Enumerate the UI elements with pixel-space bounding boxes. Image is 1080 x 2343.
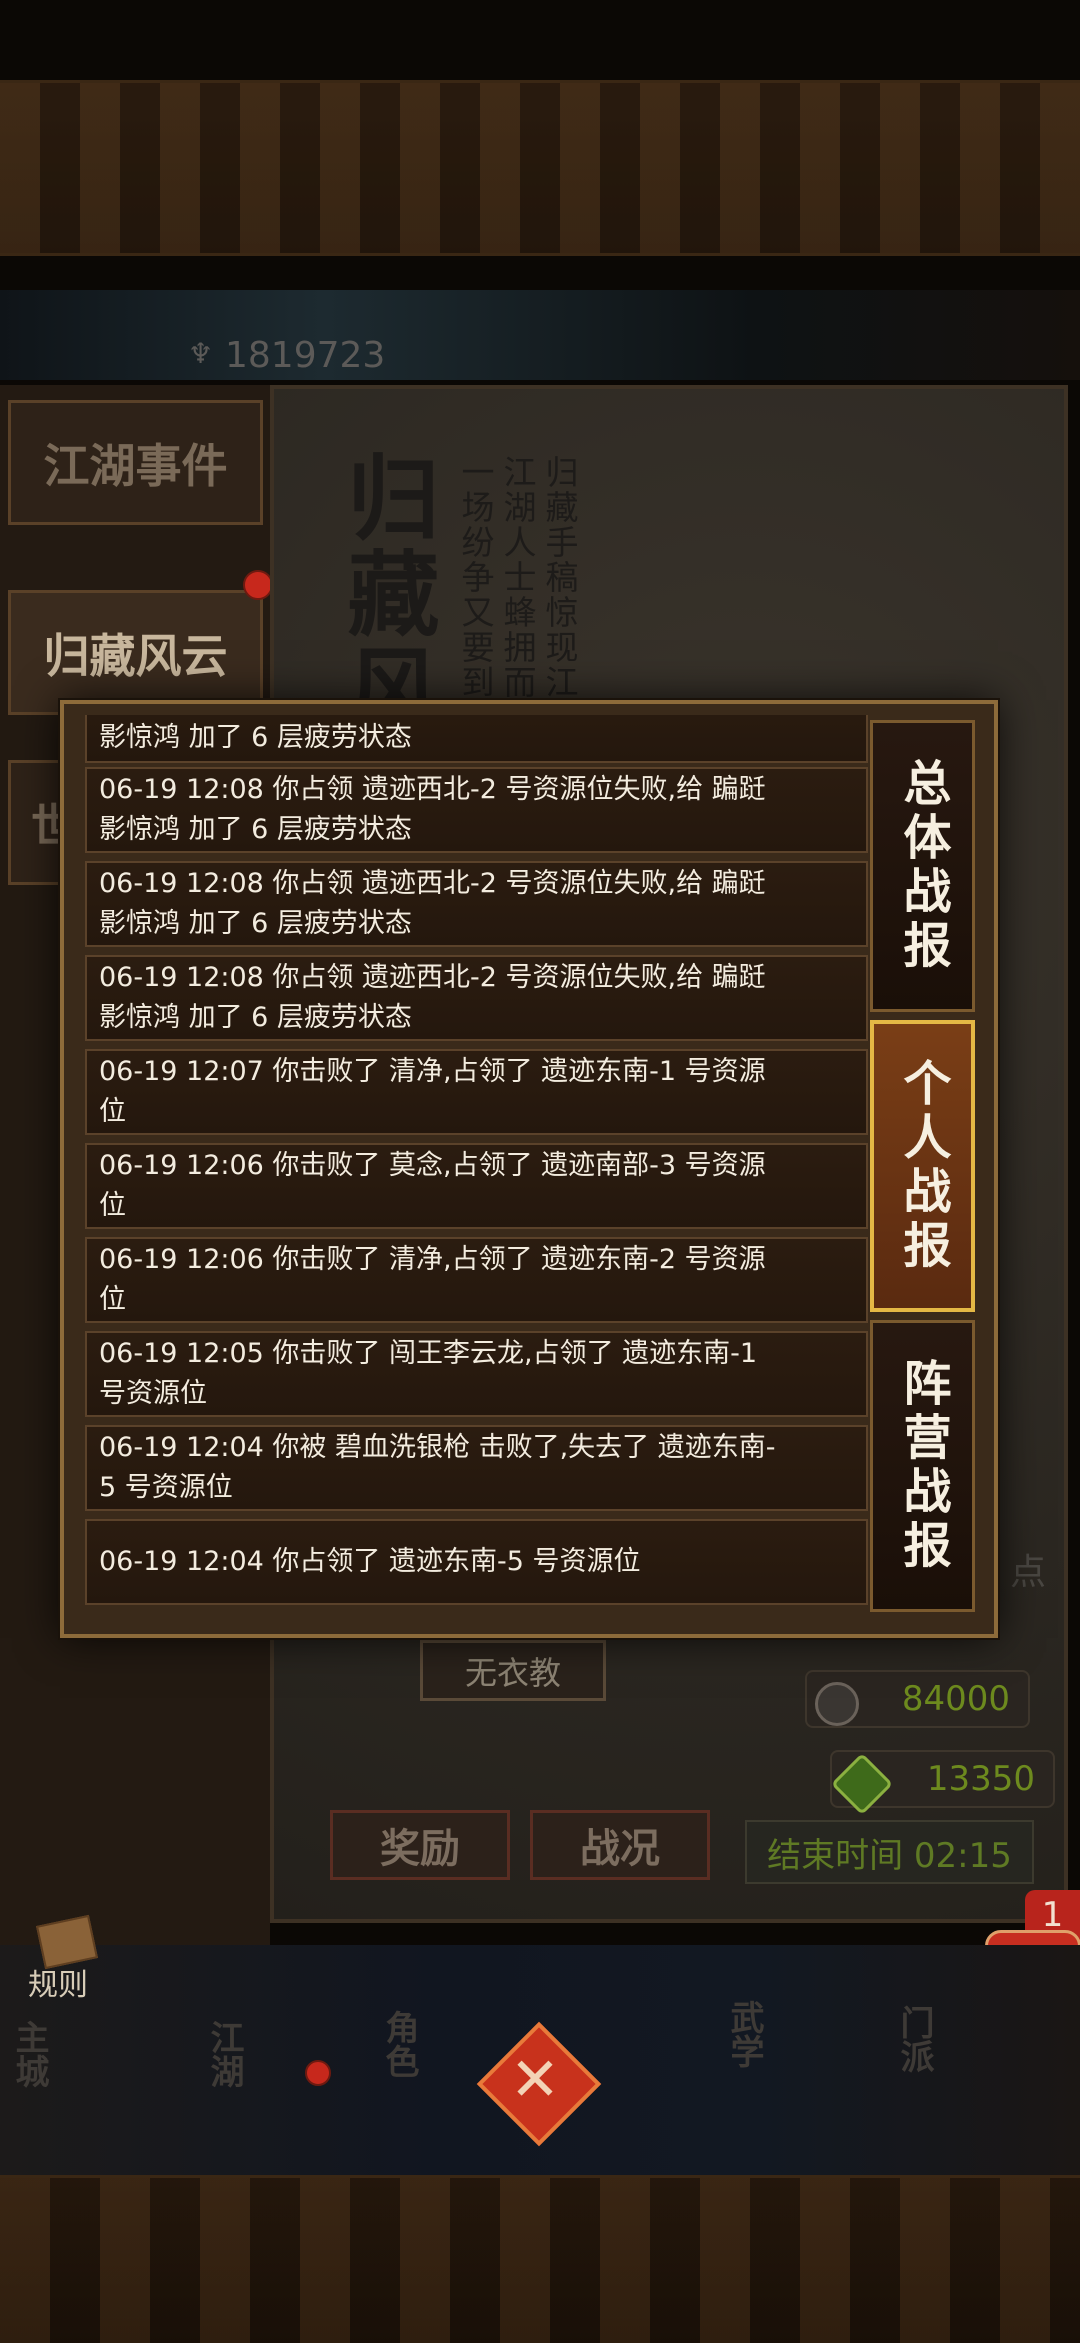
report-row: 06-19 12:08 你占领 遗迹西北-2 号资源位失败,给 蹁跹 影惊鸿 加了…	[85, 767, 868, 853]
report-row: 影惊鸿 加了 6 层疲劳状态	[85, 715, 868, 763]
side-tab-jianghu-events[interactable]: 江湖事件	[8, 400, 263, 525]
top-decorative-band	[0, 80, 1080, 256]
tab-faction-report[interactable]: 阵营战报	[870, 1320, 975, 1612]
nav-jianghu[interactable]: 江湖	[200, 2020, 249, 2088]
rules-button[interactable]: 规则	[28, 1960, 88, 2004]
reward-button[interactable]: 奖励	[330, 1810, 510, 1880]
notification-dot	[305, 2060, 331, 2086]
report-row: 06-19 12:06 你击败了 清净,占领了 遗迹东南-2 号资源位	[85, 1237, 868, 1323]
report-row: 06-19 12:08 你占领 遗迹西北-2 号资源位失败,给 蹁跹 影惊鸿 加了…	[85, 955, 868, 1041]
nav-character[interactable]: 角色	[375, 2010, 424, 2078]
points-label: 点	[1010, 1552, 1047, 1593]
nav-main-city[interactable]: 主城	[5, 2020, 54, 2088]
coin-icon	[815, 1682, 859, 1726]
end-time-label: 结束时间 02:15	[745, 1820, 1034, 1884]
report-row: 06-19 12:04 你被 碧血洗银枪 击败了,失去了 遗迹东南- 5 号资源位	[85, 1425, 868, 1511]
event-text-column: 归藏手稿惊现江	[540, 455, 579, 700]
jade-value: 13350	[926, 1759, 1035, 1799]
trident-icon: ♆	[188, 337, 214, 370]
event-text-column: 江湖人士蜂拥而	[498, 455, 537, 700]
battle-report-list[interactable]: 影惊鸿 加了 6 层疲劳状态 06-19 12:08 你占领 遗迹西北-2 号资…	[85, 715, 870, 1610]
tab-overall-report[interactable]: 总体战报	[870, 720, 975, 1012]
resource-coin: 84000	[805, 1670, 1030, 1728]
report-row: 06-19 12:05 你击败了 闯王李云龙,占领了 遗迹东南-1 号资源位	[85, 1331, 868, 1417]
event-title: 归藏风	[332, 450, 440, 738]
notification-dot	[243, 570, 273, 600]
side-tab-guicang[interactable]: 归藏风云	[8, 590, 263, 715]
nav-martial-arts[interactable]: 武学	[720, 2000, 769, 2068]
jade-icon	[830, 1752, 894, 1816]
report-row: 06-19 12:06 你击败了 莫念,占领了 遗迹南部-3 号资源位	[85, 1143, 868, 1229]
report-row: 06-19 12:08 你占领 遗迹西北-2 号资源位失败,给 蹁跹 影惊鸿 加了…	[85, 861, 868, 947]
header-strip	[0, 290, 1080, 380]
nav-sect[interactable]: 门派	[890, 2005, 939, 2073]
bottom-decorative-band	[0, 2175, 1080, 2343]
report-row: 06-19 12:04 你占领了 遗迹东南-5 号资源位	[85, 1519, 868, 1605]
event-text-column: 一场纷争又要到	[456, 455, 495, 700]
resource-jade: 13350	[830, 1750, 1055, 1816]
coin-value: 84000	[901, 1679, 1010, 1719]
report-row: 06-19 12:07 你击败了 清净,占领了 遗迹东南-1 号资源位	[85, 1049, 868, 1135]
battle-status-button[interactable]: 战况	[530, 1810, 710, 1880]
faction-banner: 无衣教	[420, 1640, 606, 1701]
tab-personal-report[interactable]: 个人战报	[870, 1020, 975, 1312]
power-value: 1819723	[225, 335, 386, 376]
crossed-swords-icon: ✕	[509, 2045, 561, 2115]
